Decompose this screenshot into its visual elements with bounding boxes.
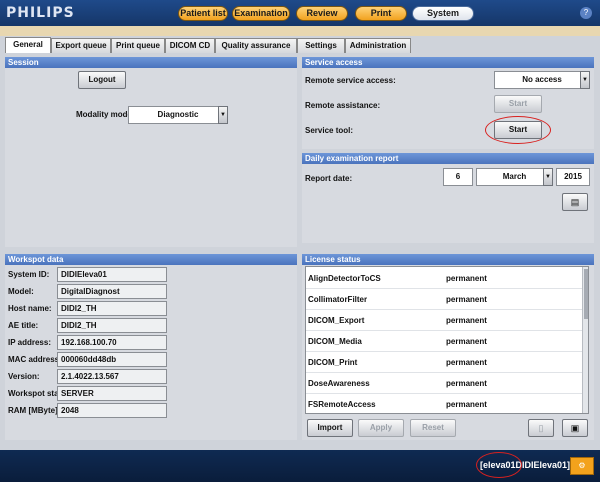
workspot-label: Host name: xyxy=(8,304,52,313)
tab-administration[interactable]: Administration xyxy=(345,38,411,53)
remote-service-label: Remote service access: xyxy=(305,76,396,85)
workspot-value: 2.1.4022.13.567 xyxy=(57,369,167,384)
license-status: permanent xyxy=(446,337,487,346)
license-scrollbar[interactable] xyxy=(582,267,588,413)
license-name: DICOM_Print xyxy=(308,358,358,367)
tab-dicom-cd[interactable]: DICOM CD xyxy=(165,38,215,53)
list-item[interactable]: CollimatorFilter permanent xyxy=(306,290,582,310)
license-name: AlignDetectorToCS xyxy=(308,274,381,283)
workspot-value: DIDI2_TH xyxy=(57,301,167,316)
list-item[interactable]: FSRemoteAccess permanent xyxy=(306,395,582,413)
session-panel: Session xyxy=(5,57,297,247)
license-list[interactable]: AlignDetectorToCS permanent CollimatorFi… xyxy=(305,266,589,414)
daily-report-title: Daily examination report xyxy=(302,153,594,164)
export-document-icon[interactable]: ▣ xyxy=(562,419,588,437)
list-item[interactable]: DICOM_Print permanent xyxy=(306,353,582,373)
license-name: DICOM_Media xyxy=(308,337,362,346)
service-tool-start-button[interactable]: Start xyxy=(494,121,542,139)
modality-mode-label: Modality mode: xyxy=(76,110,135,119)
workspot-label: Version: xyxy=(8,372,40,381)
logout-button[interactable]: Logout xyxy=(78,71,126,89)
nav-print[interactable]: Print xyxy=(355,6,407,21)
list-item[interactable]: AlignDetectorToCS permanent xyxy=(306,269,582,289)
tab-settings[interactable]: Settings xyxy=(297,38,345,53)
tab-general[interactable]: General xyxy=(5,37,51,53)
import-button[interactable]: Import xyxy=(307,419,353,437)
list-item[interactable]: DoseAwareness permanent xyxy=(306,374,582,394)
workspot-label: Model: xyxy=(8,287,34,296)
license-name: DoseAwareness xyxy=(308,379,370,388)
workspot-value: DIDIEleva01 xyxy=(57,267,167,282)
nav-ribbon xyxy=(0,26,600,36)
document-icon[interactable]: ▯ xyxy=(528,419,554,437)
license-status: permanent xyxy=(446,274,487,283)
tab-export-queue[interactable]: Export queue xyxy=(51,38,111,53)
license-status: permanent xyxy=(446,358,487,367)
nav-review[interactable]: Review xyxy=(296,6,348,21)
workspot-label: IP address: xyxy=(8,338,51,347)
workspot-value: 000060dd48db xyxy=(57,352,167,367)
help-icon[interactable]: ? xyxy=(580,7,592,19)
workspot-value: 192.168.100.70 xyxy=(57,335,167,350)
remote-assistance-start-button[interactable]: Start xyxy=(494,95,542,113)
license-name: DICOM_Export xyxy=(308,316,365,325)
workspot-title: Workspot data xyxy=(5,254,297,265)
chevron-down-icon[interactable]: ▼ xyxy=(580,71,590,89)
license-status: permanent xyxy=(446,379,487,388)
scrollbar-thumb[interactable] xyxy=(584,269,588,319)
workspot-value: SERVER xyxy=(57,386,167,401)
report-day-field[interactable]: 6 xyxy=(443,168,473,186)
remote-service-value: No access xyxy=(522,75,562,84)
remote-service-select[interactable]: No access ▼ xyxy=(494,71,590,89)
license-name: CollimatorFilter xyxy=(308,295,368,304)
workspot-value: DIDI2_TH xyxy=(57,318,167,333)
workstation-icon[interactable]: ⚙ xyxy=(570,457,594,475)
report-date-label: Report date: xyxy=(305,174,353,183)
report-month-select[interactable]: March ▼ xyxy=(476,168,553,186)
session-title: Session xyxy=(5,57,297,68)
license-status: permanent xyxy=(446,295,487,304)
nav-system[interactable]: System xyxy=(412,6,474,21)
workspot-value: 2048 xyxy=(57,403,167,418)
report-month-value: March xyxy=(502,172,527,181)
workspot-label: AE title: xyxy=(8,321,39,330)
nav-patient-list[interactable]: Patient list xyxy=(178,6,228,21)
service-tool-label: Service tool: xyxy=(305,126,354,135)
license-status: permanent xyxy=(446,316,487,325)
list-item[interactable]: DICOM_Export permanent xyxy=(306,311,582,331)
tab-quality-assurance[interactable]: Quality assurance xyxy=(215,38,297,53)
print-report-icon[interactable]: ▤ xyxy=(562,193,588,211)
remote-assistance-label: Remote assistance: xyxy=(305,101,381,110)
daily-report-panel: Daily examination report xyxy=(302,153,594,243)
modality-mode-value: Diagnostic xyxy=(157,110,199,119)
reset-button[interactable]: Reset xyxy=(410,419,456,437)
nav-examination[interactable]: Examination xyxy=(232,6,290,21)
report-year-field[interactable]: 2015 xyxy=(556,168,590,186)
workspot-label: RAM [MByte]: xyxy=(8,406,61,415)
modality-mode-select[interactable]: Diagnostic ▼ xyxy=(128,106,228,124)
chevron-down-icon[interactable]: ▼ xyxy=(543,168,553,186)
chevron-down-icon[interactable]: ▼ xyxy=(218,106,228,124)
list-item[interactable]: DICOM_Media permanent xyxy=(306,332,582,352)
workspot-label: MAC address: xyxy=(8,355,62,364)
tab-print-queue[interactable]: Print queue xyxy=(111,38,165,53)
service-access-title: Service access xyxy=(302,57,594,68)
license-name: FSRemoteAccess xyxy=(308,400,376,409)
license-status: permanent xyxy=(446,400,487,409)
workstation-id: [eleva01DIDIEleva01] xyxy=(480,460,571,470)
brand-logo: PHILIPS xyxy=(6,5,75,21)
license-title: License status xyxy=(302,254,594,265)
apply-button[interactable]: Apply xyxy=(358,419,404,437)
workspot-value: DigitalDiagnost xyxy=(57,284,167,299)
workspot-label: System ID: xyxy=(8,270,50,279)
